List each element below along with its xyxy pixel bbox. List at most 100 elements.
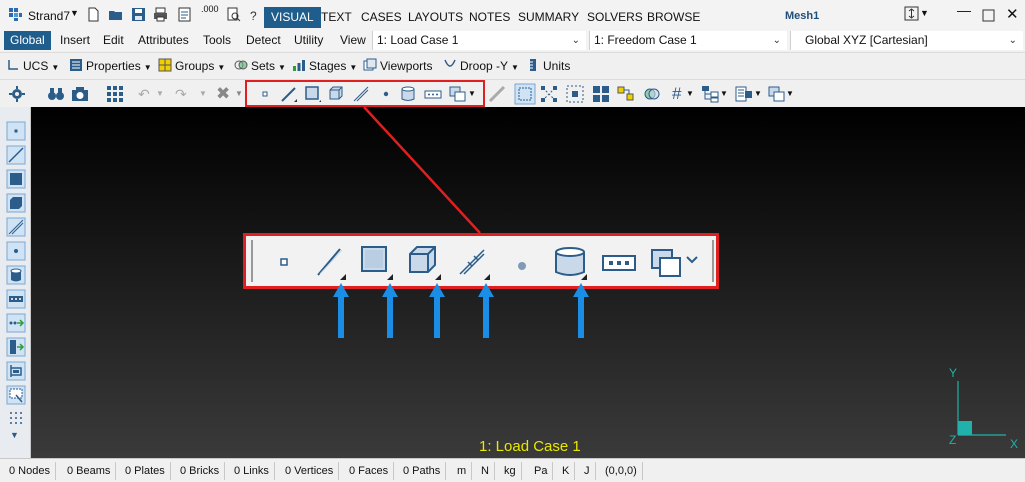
status-unit-length[interactable]: m bbox=[452, 462, 473, 480]
close-button[interactable]: ✕ bbox=[1006, 5, 1019, 23]
left-node-tool-icon[interactable] bbox=[6, 121, 26, 141]
status-unit-energy[interactable]: J bbox=[579, 462, 596, 480]
app-menu-chevron-icon[interactable]: ▼ bbox=[70, 8, 79, 18]
maximize-button[interactable] bbox=[982, 9, 997, 24]
sets-button[interactable]: Sets ▼ bbox=[234, 57, 286, 76]
tab-layouts[interactable]: LAYOUTS bbox=[401, 7, 470, 28]
left-scroll-down-icon[interactable]: ▼ bbox=[10, 430, 19, 440]
zoomed-element-toolbar bbox=[243, 233, 719, 289]
save-icon[interactable] bbox=[131, 7, 146, 22]
node-group-icon[interactable] bbox=[617, 85, 635, 103]
left-zoom-window-icon[interactable] bbox=[6, 385, 26, 405]
tab-visual[interactable]: VISUAL bbox=[264, 7, 321, 28]
help-icon[interactable]: ? bbox=[250, 9, 257, 23]
menu-tools[interactable]: Tools bbox=[197, 31, 237, 50]
properties-button[interactable]: Properties ▼ bbox=[69, 57, 152, 76]
big-plate-tool-icon[interactable] bbox=[359, 244, 395, 280]
numbering-hash-icon[interactable]: # bbox=[672, 84, 681, 104]
tab-summary[interactable]: SUMMARY bbox=[511, 7, 586, 28]
settings-gear-icon[interactable] bbox=[8, 85, 26, 103]
left-vertex-tool-icon[interactable] bbox=[6, 241, 26, 261]
delete-chevron-icon[interactable]: ▼ bbox=[235, 89, 243, 98]
select-nodes-icon[interactable] bbox=[540, 85, 558, 103]
numbering-chevron-icon[interactable]: ▼ bbox=[686, 89, 694, 98]
coordinate-system-select[interactable]: Global XYZ [Cartesian] ⌄ bbox=[790, 31, 1023, 50]
stages-button[interactable]: Stages ▼ bbox=[292, 57, 357, 76]
menu-detect[interactable]: Detect bbox=[240, 31, 287, 50]
tab-text[interactable]: TEXT bbox=[314, 7, 359, 28]
big-beam-tool-icon[interactable] bbox=[313, 244, 349, 280]
status-unit-stress[interactable]: Pa bbox=[529, 462, 554, 480]
strand7-logo-icon[interactable] bbox=[8, 7, 23, 22]
camera-icon[interactable] bbox=[71, 85, 89, 103]
menu-global[interactable]: Global bbox=[4, 31, 51, 50]
grid-icon[interactable] bbox=[106, 85, 124, 103]
status-unit-mass[interactable]: kg bbox=[499, 462, 522, 480]
units-button[interactable]: Units bbox=[526, 57, 570, 76]
entity-display-icon[interactable] bbox=[768, 85, 786, 103]
measure-ruler-icon[interactable] bbox=[488, 85, 506, 103]
element-list-icon[interactable] bbox=[735, 85, 753, 103]
freedom-case-select[interactable]: 1: Freedom Case 1 ⌄ bbox=[589, 31, 787, 50]
binoculars-icon[interactable] bbox=[47, 85, 65, 103]
undo-icon[interactable]: ↶ bbox=[138, 86, 150, 103]
groups-button[interactable]: Groups ▼ bbox=[158, 57, 225, 76]
menu-insert[interactable]: Insert bbox=[54, 31, 96, 50]
big-chevron-down-icon[interactable] bbox=[685, 255, 699, 265]
menu-edit[interactable]: Edit bbox=[97, 31, 130, 50]
delete-icon[interactable]: ✖ bbox=[216, 84, 230, 104]
left-more-dots-icon[interactable] bbox=[6, 409, 26, 429]
tree-chevron-icon[interactable]: ▼ bbox=[720, 89, 728, 98]
arrange-windows-icon[interactable] bbox=[904, 6, 919, 21]
left-path-tool-icon[interactable] bbox=[6, 289, 26, 309]
big-node-tool-icon[interactable] bbox=[266, 244, 302, 280]
status-unit-temperature[interactable]: K bbox=[557, 462, 576, 480]
select-rectangle-icon[interactable] bbox=[514, 83, 536, 105]
viewports-button[interactable]: Viewports bbox=[363, 57, 432, 76]
select-all-icon[interactable] bbox=[592, 85, 610, 103]
new-file-icon[interactable] bbox=[86, 7, 101, 22]
ucs-button[interactable]: UCS ▼ bbox=[6, 57, 59, 76]
droop-icon bbox=[444, 59, 456, 67]
open-folder-icon[interactable] bbox=[108, 7, 123, 22]
left-move-tool-icon[interactable] bbox=[6, 313, 26, 333]
big-more-elements-icon[interactable] bbox=[649, 244, 685, 280]
arrow-up-icon bbox=[429, 283, 445, 338]
left-plate-tool-icon[interactable] bbox=[6, 169, 26, 189]
decimal-places-value[interactable]: .000 bbox=[201, 4, 219, 14]
left-link-tool-icon[interactable] bbox=[6, 217, 26, 237]
menu-utility[interactable]: Utility bbox=[288, 31, 329, 50]
select-region-icon[interactable] bbox=[566, 85, 584, 103]
find-icon[interactable] bbox=[226, 7, 241, 22]
menu-attributes[interactable]: Attributes bbox=[132, 31, 195, 50]
left-brick-tool-icon[interactable] bbox=[6, 193, 26, 213]
status-unit-force[interactable]: N bbox=[476, 462, 495, 480]
entity-display-chevron-icon[interactable]: ▼ bbox=[786, 89, 794, 98]
big-face-tool-icon[interactable] bbox=[552, 244, 588, 280]
element-list-chevron-icon[interactable]: ▼ bbox=[754, 89, 762, 98]
redo-icon[interactable]: ↷ bbox=[175, 86, 187, 103]
redo-chevron-icon[interactable]: ▼ bbox=[199, 89, 207, 98]
minimize-button[interactable]: — bbox=[957, 2, 971, 18]
undo-chevron-icon[interactable]: ▼ bbox=[156, 89, 164, 98]
left-beam-tool-icon[interactable] bbox=[6, 145, 26, 165]
tab-notes[interactable]: NOTES bbox=[462, 7, 517, 28]
droop-button[interactable]: Droop -Y ▼ bbox=[443, 57, 519, 76]
big-vertex-tool-icon[interactable] bbox=[504, 244, 540, 280]
print-icon[interactable] bbox=[153, 7, 168, 22]
tree-structure-icon[interactable] bbox=[701, 85, 719, 103]
report-icon[interactable] bbox=[177, 7, 192, 22]
app-name[interactable]: Strand7 bbox=[28, 9, 70, 23]
groups-label: Groups bbox=[175, 59, 215, 73]
load-case-select[interactable]: 1: Load Case 1 ⌄ bbox=[372, 31, 586, 50]
arrange-chevron-icon[interactable]: ▼ bbox=[920, 8, 929, 18]
sets-visibility-icon[interactable] bbox=[643, 85, 661, 103]
big-path-tool-icon[interactable] bbox=[601, 244, 637, 280]
tab-browse[interactable]: BROWSE bbox=[640, 7, 707, 28]
big-brick-tool-icon[interactable] bbox=[407, 244, 443, 280]
menu-view[interactable]: View bbox=[334, 31, 372, 50]
left-face-tool-icon[interactable] bbox=[6, 265, 26, 285]
left-section-tool-icon[interactable] bbox=[6, 361, 26, 381]
left-extrude-tool-icon[interactable] bbox=[6, 337, 26, 357]
big-link-tool-icon[interactable] bbox=[456, 244, 492, 280]
